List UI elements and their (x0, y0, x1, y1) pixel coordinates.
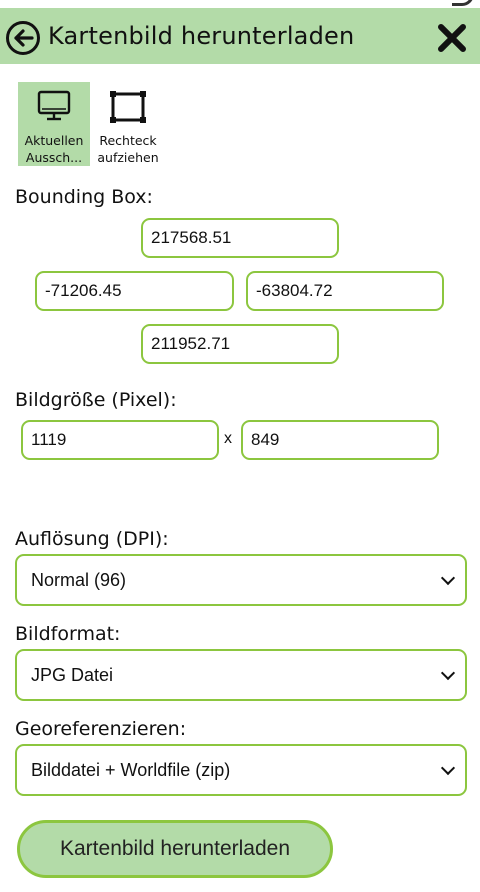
tool-label-line2: aufziehen (97, 150, 159, 165)
arrow-left-icon (14, 29, 34, 47)
top-strip (0, 0, 480, 8)
format-select[interactable]: JPG Datei (15, 649, 467, 701)
image-size-label: Bildgröße (Pixel): (15, 389, 177, 411)
bbox-right-input[interactable]: -63804.72 (246, 271, 444, 311)
format-label: Bildformat: (15, 623, 121, 645)
tool-label-line1: Rechteck (99, 133, 157, 148)
tool-draw-rectangle[interactable]: Rechteck aufziehen (92, 82, 164, 166)
panel-header: Kartenbild herunterladen (0, 8, 480, 64)
download-button[interactable]: Kartenbild herunterladen (17, 820, 333, 878)
resolution-label: Auflösung (DPI): (15, 528, 169, 550)
partial-icon (452, 0, 474, 6)
chevron-down-icon (440, 570, 456, 586)
tool-current-extent[interactable]: Aktuellen Aussch... (18, 82, 90, 166)
bbox-bottom-input[interactable]: 211952.71 (141, 324, 339, 364)
georef-value: Bilddatei + Worldfile (zip) (31, 759, 231, 780)
close-button[interactable] (436, 22, 468, 54)
image-height-input[interactable]: 849 (241, 420, 439, 460)
chevron-down-icon (440, 760, 456, 776)
bbox-left-input[interactable]: -71206.45 (35, 271, 234, 311)
panel-title: Kartenbild herunterladen (48, 22, 355, 50)
close-icon (438, 24, 466, 52)
georef-select[interactable]: Bilddatei + Worldfile (zip) (15, 744, 467, 796)
image-width-input[interactable]: 1119 (21, 420, 219, 460)
resolution-select[interactable]: Normal (96) (15, 554, 467, 606)
monitor-icon (37, 90, 71, 121)
rectangle-icon (110, 91, 146, 123)
chevron-down-icon (440, 665, 456, 681)
resolution-value: Normal (96) (31, 569, 127, 590)
format-value: JPG Datei (31, 664, 114, 685)
bbox-label: Bounding Box: (15, 186, 153, 208)
back-button[interactable] (6, 21, 40, 55)
tool-label-line2: Aussch... (25, 150, 83, 165)
bbox-top-input[interactable]: 217568.51 (141, 218, 339, 258)
size-separator: x (224, 430, 232, 447)
tool-label-line1: Aktuellen (24, 133, 84, 148)
georef-label: Georeferenzieren: (15, 718, 187, 740)
